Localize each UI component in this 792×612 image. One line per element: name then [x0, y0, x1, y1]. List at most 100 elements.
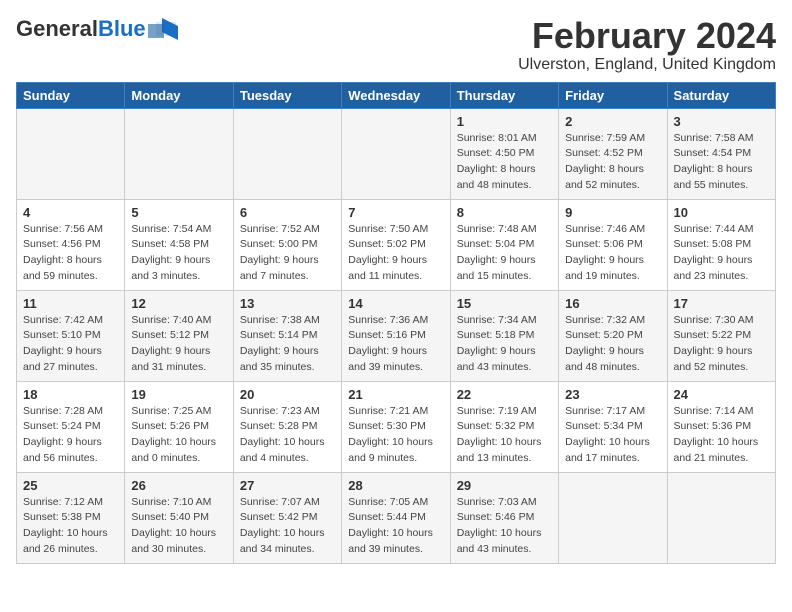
- day-info: Sunrise: 7:59 AMSunset: 4:52 PMDaylight:…: [565, 131, 660, 194]
- day-info: Sunrise: 7:52 AMSunset: 5:00 PMDaylight:…: [240, 222, 335, 285]
- day-number: 20: [240, 387, 335, 402]
- day-number: 9: [565, 205, 660, 220]
- day-info: Sunrise: 7:14 AMSunset: 5:36 PMDaylight:…: [674, 404, 769, 467]
- calendar-cell: [559, 472, 667, 563]
- day-number: 25: [23, 478, 118, 493]
- day-info: Sunrise: 7:25 AMSunset: 5:26 PMDaylight:…: [131, 404, 226, 467]
- week-row-3: 11 Sunrise: 7:42 AMSunset: 5:10 PMDayligh…: [17, 290, 776, 381]
- calendar-cell: 26 Sunrise: 7:10 AMSunset: 5:40 PMDayligh…: [125, 472, 233, 563]
- day-info: Sunrise: 7:03 AMSunset: 5:46 PMDaylight:…: [457, 495, 552, 558]
- day-number: 26: [131, 478, 226, 493]
- header-row: SundayMondayTuesdayWednesdayThursdayFrid…: [17, 82, 776, 108]
- calendar-cell: 23Sunrise: 7:17 AMSunset: 5:34 PMDayligh…: [559, 381, 667, 472]
- week-row-4: 18 Sunrise: 7:28 AMSunset: 5:24 PMDayligh…: [17, 381, 776, 472]
- day-number: 17: [674, 296, 769, 311]
- day-info: Sunrise: 7:30 AMSunset: 5:22 PMDaylight:…: [674, 313, 769, 376]
- calendar-cell: 2 Sunrise: 7:59 AMSunset: 4:52 PMDaylight…: [559, 108, 667, 199]
- day-info: Sunrise: 7:48 AMSunset: 5:04 PMDaylight:…: [457, 222, 552, 285]
- calendar-cell: 27 Sunrise: 7:07 AMSunset: 5:42 PMDayligh…: [233, 472, 341, 563]
- day-header-saturday: Saturday: [667, 82, 775, 108]
- calendar-cell: [17, 108, 125, 199]
- calendar-header: SundayMondayTuesdayWednesdayThursdayFrid…: [17, 82, 776, 108]
- day-header-thursday: Thursday: [450, 82, 558, 108]
- calendar-cell: 7 Sunrise: 7:50 AMSunset: 5:02 PMDaylight…: [342, 199, 450, 290]
- day-info: Sunrise: 7:38 AMSunset: 5:14 PMDaylight:…: [240, 313, 335, 376]
- calendar-cell: 13 Sunrise: 7:38 AMSunset: 5:14 PMDayligh…: [233, 290, 341, 381]
- calendar-body: 1 Sunrise: 8:01 AMSunset: 4:50 PMDaylight…: [17, 108, 776, 563]
- day-number: 19: [131, 387, 226, 402]
- calendar-cell: 20 Sunrise: 7:23 AMSunset: 5:28 PMDayligh…: [233, 381, 341, 472]
- day-number: 21: [348, 387, 443, 402]
- calendar-cell: 9Sunrise: 7:46 AMSunset: 5:06 PMDaylight…: [559, 199, 667, 290]
- day-info: Sunrise: 7:19 AMSunset: 5:32 PMDaylight:…: [457, 404, 552, 467]
- calendar-cell: 12 Sunrise: 7:40 AMSunset: 5:12 PMDayligh…: [125, 290, 233, 381]
- logo-general: GeneralBlue: [16, 16, 146, 42]
- day-number: 2: [565, 114, 660, 129]
- day-info: Sunrise: 7:12 AMSunset: 5:38 PMDaylight:…: [23, 495, 118, 558]
- day-number: 27: [240, 478, 335, 493]
- calendar-cell: [233, 108, 341, 199]
- day-number: 23: [565, 387, 660, 402]
- calendar-cell: 15 Sunrise: 7:34 AMSunset: 5:18 PMDayligh…: [450, 290, 558, 381]
- day-info: Sunrise: 7:34 AMSunset: 5:18 PMDaylight:…: [457, 313, 552, 376]
- day-info: Sunrise: 7:05 AMSunset: 5:44 PMDaylight:…: [348, 495, 443, 558]
- day-number: 4: [23, 205, 118, 220]
- calendar-cell: 4 Sunrise: 7:56 AMSunset: 4:56 PMDaylight…: [17, 199, 125, 290]
- day-number: 24: [674, 387, 769, 402]
- calendar-cell: [342, 108, 450, 199]
- day-number: 13: [240, 296, 335, 311]
- week-row-5: 25 Sunrise: 7:12 AMSunset: 5:38 PMDayligh…: [17, 472, 776, 563]
- day-number: 18: [23, 387, 118, 402]
- calendar-cell: 1 Sunrise: 8:01 AMSunset: 4:50 PMDaylight…: [450, 108, 558, 199]
- calendar-cell: [125, 108, 233, 199]
- day-number: 1: [457, 114, 552, 129]
- day-number: 6: [240, 205, 335, 220]
- day-info: Sunrise: 7:07 AMSunset: 5:42 PMDaylight:…: [240, 495, 335, 558]
- day-info: Sunrise: 8:01 AMSunset: 4:50 PMDaylight:…: [457, 131, 552, 194]
- calendar-cell: 18 Sunrise: 7:28 AMSunset: 5:24 PMDayligh…: [17, 381, 125, 472]
- day-info: Sunrise: 7:54 AMSunset: 4:58 PMDaylight:…: [131, 222, 226, 285]
- calendar-cell: 8Sunrise: 7:48 AMSunset: 5:04 PMDaylight…: [450, 199, 558, 290]
- logo: GeneralBlue: [16, 16, 178, 42]
- calendar-table: SundayMondayTuesdayWednesdayThursdayFrid…: [16, 82, 776, 564]
- day-number: 7: [348, 205, 443, 220]
- calendar-cell: 28 Sunrise: 7:05 AMSunset: 5:44 PMDayligh…: [342, 472, 450, 563]
- day-header-tuesday: Tuesday: [233, 82, 341, 108]
- day-info: Sunrise: 7:42 AMSunset: 5:10 PMDaylight:…: [23, 313, 118, 376]
- day-number: 28: [348, 478, 443, 493]
- calendar-cell: 3 Sunrise: 7:58 AMSunset: 4:54 PMDaylight…: [667, 108, 775, 199]
- day-info: Sunrise: 7:36 AMSunset: 5:16 PMDaylight:…: [348, 313, 443, 376]
- day-number: 12: [131, 296, 226, 311]
- day-info: Sunrise: 7:44 AMSunset: 5:08 PMDaylight:…: [674, 222, 769, 285]
- calendar-cell: 21 Sunrise: 7:21 AMSunset: 5:30 PMDayligh…: [342, 381, 450, 472]
- day-number: 15: [457, 296, 552, 311]
- calendar-cell: 22Sunrise: 7:19 AMSunset: 5:32 PMDayligh…: [450, 381, 558, 472]
- day-number: 3: [674, 114, 769, 129]
- day-header-wednesday: Wednesday: [342, 82, 450, 108]
- day-info: Sunrise: 7:32 AMSunset: 5:20 PMDaylight:…: [565, 313, 660, 376]
- logo-icon: [148, 18, 178, 40]
- calendar-cell: 16Sunrise: 7:32 AMSunset: 5:20 PMDayligh…: [559, 290, 667, 381]
- day-info: Sunrise: 7:58 AMSunset: 4:54 PMDaylight:…: [674, 131, 769, 194]
- day-info: Sunrise: 7:10 AMSunset: 5:40 PMDaylight:…: [131, 495, 226, 558]
- calendar-cell: 25 Sunrise: 7:12 AMSunset: 5:38 PMDayligh…: [17, 472, 125, 563]
- calendar-cell: 29 Sunrise: 7:03 AMSunset: 5:46 PMDayligh…: [450, 472, 558, 563]
- day-info: Sunrise: 7:28 AMSunset: 5:24 PMDaylight:…: [23, 404, 118, 467]
- calendar-cell: 19 Sunrise: 7:25 AMSunset: 5:26 PMDayligh…: [125, 381, 233, 472]
- day-info: Sunrise: 7:21 AMSunset: 5:30 PMDaylight:…: [348, 404, 443, 467]
- title-block: February 2024 Ulverston, England, United…: [518, 16, 776, 74]
- calendar-cell: 6 Sunrise: 7:52 AMSunset: 5:00 PMDaylight…: [233, 199, 341, 290]
- day-info: Sunrise: 7:40 AMSunset: 5:12 PMDaylight:…: [131, 313, 226, 376]
- calendar-cell: 5 Sunrise: 7:54 AMSunset: 4:58 PMDaylight…: [125, 199, 233, 290]
- day-number: 10: [674, 205, 769, 220]
- day-number: 5: [131, 205, 226, 220]
- day-header-monday: Monday: [125, 82, 233, 108]
- day-number: 11: [23, 296, 118, 311]
- day-number: 14: [348, 296, 443, 311]
- day-info: Sunrise: 7:50 AMSunset: 5:02 PMDaylight:…: [348, 222, 443, 285]
- day-number: 29: [457, 478, 552, 493]
- day-info: Sunrise: 7:23 AMSunset: 5:28 PMDaylight:…: [240, 404, 335, 467]
- week-row-1: 1 Sunrise: 8:01 AMSunset: 4:50 PMDaylight…: [17, 108, 776, 199]
- calendar-cell: 11 Sunrise: 7:42 AMSunset: 5:10 PMDayligh…: [17, 290, 125, 381]
- day-info: Sunrise: 7:56 AMSunset: 4:56 PMDaylight:…: [23, 222, 118, 285]
